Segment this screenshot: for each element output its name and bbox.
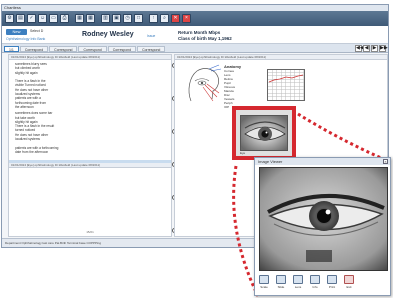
- close-icon[interactable]: ×: [383, 159, 388, 164]
- right-page-header: 01/01/2024 [Eye] ophthalmology Dr.Wesfie…: [175, 55, 387, 60]
- print-icon: [327, 275, 337, 284]
- eye-image-large: [259, 167, 388, 271]
- tool-label: Slide: [277, 285, 285, 289]
- grid-icon[interactable]: ▦: [86, 14, 95, 23]
- tab-6[interactable]: Correspond: [137, 46, 166, 52]
- cross-icon[interactable]: ×: [182, 14, 191, 23]
- document-icon[interactable]: ▤: [16, 14, 25, 23]
- patient-info: Return Month Mbps Class of birth May 1,1…: [178, 30, 232, 42]
- new-button[interactable]: New: [6, 29, 27, 35]
- print-icon[interactable]: ⎙: [60, 14, 69, 23]
- tool-label: Lens: [294, 285, 302, 289]
- patient-name: Rodney Wesley: [82, 31, 134, 38]
- lens-icon: [293, 275, 303, 284]
- grid-icon[interactable]: ▦: [75, 14, 84, 23]
- folder-icon[interactable]: ▭: [49, 14, 58, 23]
- tab-4[interactable]: Correspond: [78, 46, 107, 52]
- last-page-button[interactable]: ▶▶: [379, 45, 388, 52]
- arrow-up-icon[interactable]: ↑: [149, 14, 158, 23]
- select-label[interactable]: Select D: [30, 29, 43, 33]
- left-page-header: 01/01/2024 [Eye] ophthalmology Dr.Wesfie…: [9, 55, 171, 60]
- left-page-header-2: 01/01/2024 [Eye] ophthalmology Dr.Wesfie…: [9, 163, 171, 169]
- scale-icon: [259, 275, 269, 284]
- calendar-icon[interactable]: ▣: [112, 14, 121, 23]
- close-icon[interactable]: ✕: [171, 14, 180, 23]
- pager: ◀◀ ◀ ▶ ▶▶: [355, 45, 388, 52]
- main-toolbar: ⚙ ▤ ✓ ☺ ▭ ⎙ ▦ ▦ ▥ ▣ ◷ □ ↑ ⌕ ✕ ×: [2, 11, 388, 26]
- slide-icon: [276, 275, 286, 284]
- tab-5[interactable]: Correspond: [107, 46, 137, 52]
- grid-plot-line: [268, 74, 304, 83]
- left-page-number: 15/21: [86, 230, 94, 234]
- next-page-button[interactable]: ▶: [371, 45, 378, 52]
- eye-thumbnail-image: [240, 115, 288, 151]
- lens-tool-button[interactable]: Lens: [292, 275, 304, 291]
- tab-3[interactable]: Correspond: [49, 46, 78, 52]
- anatomy-form: Anatomy Cornea Lens Retina Pupil Vitreou…: [224, 65, 241, 110]
- slide-tool-button[interactable]: Slide: [275, 275, 287, 291]
- check-icon[interactable]: ✓: [27, 14, 36, 23]
- left-note-2: sometimes does some bar but take worth s…: [15, 111, 59, 154]
- image-viewer-title-text: Image Viewer: [258, 159, 283, 164]
- prev-page-button[interactable]: ◀: [363, 45, 370, 52]
- print-tool-button[interactable]: Print: [326, 275, 338, 291]
- image-viewer-title: Image Viewer ×: [255, 158, 390, 165]
- chart-icon[interactable]: ▥: [101, 14, 110, 23]
- first-page-button[interactable]: ◀◀: [355, 45, 364, 52]
- exit-icon: [344, 275, 354, 284]
- tab-strip: 1/1 Correspond Correspond Correspond Cor…: [2, 44, 388, 53]
- tool-label: Print: [328, 285, 336, 289]
- visual-field-grid: [267, 69, 305, 101]
- info-icon: [310, 275, 320, 284]
- tool-label: Info: [312, 285, 318, 289]
- image-viewer-toolbar: Scale Slide Lens Info Print Exit: [258, 275, 355, 291]
- patient-header: New Select D Ophthalmology Info Bank Rod…: [2, 26, 388, 44]
- gear-icon[interactable]: ⚙: [5, 14, 14, 23]
- thumbnail-caption: Eye: [240, 151, 246, 155]
- box-icon[interactable]: □: [134, 14, 143, 23]
- face-sketch: [188, 64, 222, 102]
- info-tool-button[interactable]: Info: [309, 275, 321, 291]
- clock-icon[interactable]: ◷: [123, 14, 132, 23]
- tab-2[interactable]: Correspond: [19, 46, 49, 52]
- tool-label: Scale: [260, 285, 268, 289]
- tab-1[interactable]: 1/1: [4, 46, 19, 52]
- patient-info-line2: Class of birth May 1,1962: [178, 36, 232, 41]
- eye-image-thumbnail[interactable]: Eye: [232, 106, 296, 160]
- issue-link[interactable]: Issue: [147, 34, 155, 38]
- search-icon[interactable]: ⌕: [160, 14, 169, 23]
- exit-tool-button[interactable]: Exit: [343, 275, 355, 291]
- tool-label: Exit: [346, 285, 352, 289]
- department-label: Ophthalmology Info Bank: [6, 37, 46, 41]
- left-note-1: sometimes blurry sees but climbed worth …: [15, 62, 49, 109]
- scale-tool-button[interactable]: Scale: [258, 275, 270, 291]
- person-icon[interactable]: ☺: [38, 14, 47, 23]
- image-viewer-window: Image Viewer × Scale Slide Lens Info Pri…: [254, 157, 391, 296]
- left-chart-page: 01/01/2024 [Eye] ophthalmology Dr.Wesfie…: [8, 54, 172, 237]
